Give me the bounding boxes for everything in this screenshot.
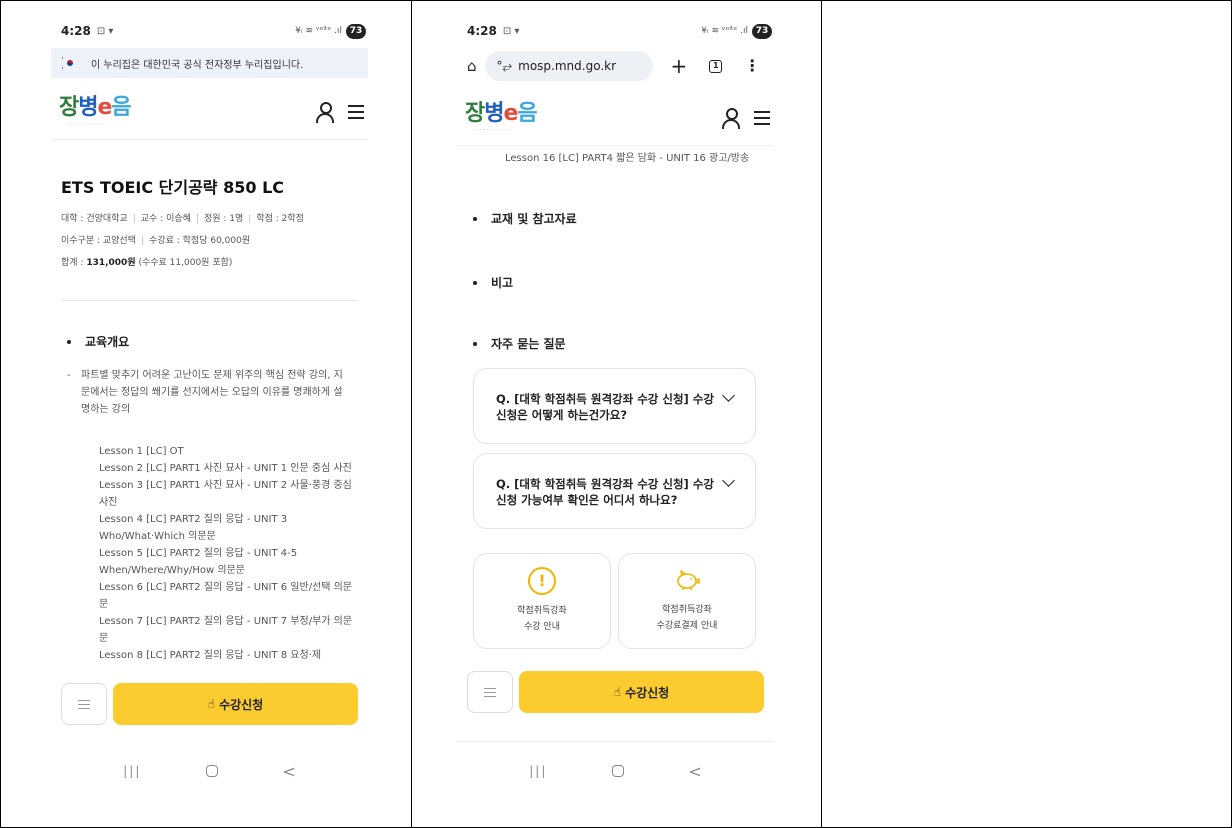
bottom-action-bar: ☝ 수강신청 (457, 664, 774, 720)
battery-icon: 73 (346, 23, 366, 39)
notification-icons: ⊡ ▾ (96, 25, 114, 37)
lesson-item: Lesson 7 [LC] PART2 질의 응답 - UNIT 7 부정/부가… (99, 616, 353, 644)
hamburger-menu-icon[interactable] (754, 110, 770, 125)
lesson-item-16: Lesson 16 [LC] PART4 짧은 담화 - UNIT 16 광고/… (505, 153, 750, 164)
site-header: 장병e음 · · · · · · · · · · · (457, 90, 774, 146)
bottom-action-bar: ☝ 수강신청 (51, 676, 368, 732)
apply-button-label: 수강신청 (219, 697, 264, 712)
site-logo[interactable]: 장병e음 · · · · · · · · · · · (465, 101, 538, 133)
status-bar: 4:28 ⊡ ▾ ¥ᵢ ≋ ᵛᵒˡᵗᵉ .ıl 73 (51, 14, 368, 48)
course-meta-row-2: 이수구분 : 교양선택 | 수강료 : 학점당 60,000원 (61, 236, 251, 246)
bullet-icon (473, 341, 477, 346)
recents-icon[interactable]: ||| (529, 764, 547, 778)
section-divider (61, 300, 358, 301)
chevron-down-icon (722, 389, 735, 402)
logo-subtext: · · · · · · · · · · · (473, 127, 511, 132)
guide-card-payment[interactable]: 학점취득강좌 수강료결제 안내 (618, 553, 756, 649)
phone-screen-1: 4:28 ⊡ ▾ ¥ᵢ ≋ ᵛᵒˡᵗᵉ .ıl 73 이 누리집은 대한민국 공… (1, 0, 411, 828)
bullet-icon (67, 339, 71, 344)
lesson-item: Lesson 6 [LC] PART2 질의 응답 - UNIT 6 일반/선택… (99, 582, 353, 610)
list-button[interactable] (61, 683, 107, 725)
bullet-icon (473, 280, 477, 285)
course-title: ETS TOEIC 단기공략 850 LC (61, 178, 285, 197)
list-icon (78, 699, 90, 709)
new-tab-icon[interactable]: + (671, 56, 688, 76)
chevron-down-icon (722, 474, 735, 487)
home-button-icon[interactable] (205, 765, 218, 777)
guide-label-line1: 학점취득강좌 (662, 605, 712, 615)
overview-heading: 교육개요 (67, 333, 129, 350)
remarks-heading: 비고 (473, 274, 513, 291)
battery-icon: 73 (752, 23, 772, 39)
screen-content-2: 4:28 ⊡ ▾ ¥ᵢ ≋ ᵛᵒˡᵗᵉ .ıl 73 ⌂ °⥂ mosp.mnd… (457, 14, 774, 804)
logo-text: 장병e음 (59, 95, 132, 120)
lesson-item: Lesson 8 [LC] PART2 질의 응답 - UNIT 8 요청·제 (99, 650, 322, 661)
overview-description: - 파트별 맞추기 어려운 고난이도 문제 위주의 핵심 전략 강의, 지문에서는… (67, 370, 343, 415)
phone-screen-2: 4:28 ⊡ ▾ ¥ᵢ ≋ ᵛᵒˡᵗᵉ .ıl 73 ⌂ °⥂ mosp.mnd… (412, 0, 822, 828)
total-amount: 131,000원 (86, 258, 136, 268)
logo-subtext: · · · · · · · · · · · (67, 121, 105, 126)
notification-icons: ⊡ ▾ (502, 25, 520, 37)
korea-flag-icon (61, 54, 77, 74)
apply-button[interactable]: ☝ 수강신청 (519, 671, 764, 713)
course-meta-row-1: 대학 : 건양대학교 | 교수 : 이승혜 | 정원 : 1명 | 학점 : 2학점 (61, 214, 304, 224)
faq-item-1[interactable]: Q. [대학 학점취득 원격강좌 수강 신청] 수강신청은 어떻게 하는건가요? (473, 368, 756, 444)
bottom-divider (457, 741, 774, 742)
status-bar: 4:28 ⊡ ▾ ¥ᵢ ≋ ᵛᵒˡᵗᵉ .ıl 73 (457, 14, 774, 48)
list-icon (484, 687, 496, 697)
guide-card-enrollment[interactable]: ! 학점취득강좌 수강 안내 (473, 553, 611, 649)
status-time: 4:28 (467, 24, 497, 38)
piggy-bank-icon (677, 570, 700, 590)
screenshot-canvas: 4:28 ⊡ ▾ ¥ᵢ ≋ ᵛᵒˡᵗᵉ .ıl 73 이 누리집은 대한민국 공… (0, 0, 1232, 828)
site-settings-icon[interactable]: °⥂ (497, 59, 513, 74)
gov-banner: 이 누리집은 대한민국 공식 전자정부 누리집입니다. (51, 48, 368, 78)
site-logo[interactable]: 장병e음 · · · · · · · · · · · (59, 95, 132, 127)
android-nav-bar: ||| < (457, 746, 774, 796)
more-options-icon[interactable]: ⋮ (744, 58, 760, 74)
gov-banner-text: 이 누리집은 대한민국 공식 전자정부 누리집입니다. (91, 59, 304, 71)
lesson-item: Lesson 4 [LC] PART2 질의 응답 - UNIT 3 Who/W… (99, 514, 288, 542)
apply-button[interactable]: ☝ 수강신청 (113, 683, 358, 725)
tap-icon: ☝ (613, 685, 622, 699)
guide-label-line2: 수강 안내 (524, 622, 560, 632)
faq-item-2[interactable]: Q. [대학 학점취득 원격강좌 수강 신청] 수강신청 가능여부 확인은 어디… (473, 453, 756, 529)
status-time: 4:28 (61, 24, 91, 38)
faq-question: Q. [대학 학점취득 원격강좌 수강 신청] 수강신청은 어떻게 하는건가요? (496, 392, 714, 422)
url-field[interactable]: °⥂ mosp.mnd.go.kr (484, 51, 653, 81)
screen-content-1: 4:28 ⊡ ▾ ¥ᵢ ≋ ᵛᵒˡᵗᵉ .ıl 73 이 누리집은 대한민국 공… (51, 14, 368, 804)
faq-question: Q. [대학 학점취득 원격강좌 수강 신청] 수강신청 가능여부 확인은 어디… (496, 477, 714, 507)
signal-icons: ¥ᵢ ≋ ᵛᵒˡᵗᵉ .ıl (701, 26, 748, 36)
tab-switcher-icon[interactable]: 1 (709, 59, 723, 73)
lesson-item: Lesson 2 [LC] PART1 사진 묘사 - UNIT 1 인문 중심… (99, 463, 352, 474)
alert-icon: ! (528, 567, 556, 595)
recents-icon[interactable]: ||| (123, 764, 141, 778)
user-icon[interactable] (316, 101, 334, 123)
back-icon[interactable]: < (688, 762, 701, 781)
course-total: 합계 : 131,000원 (수수료 11,000원 포함) (61, 258, 233, 268)
lesson-list: Lesson 1 [LC] OT Lesson 2 [LC] PART1 사진 … (99, 443, 354, 664)
guide-label-line2: 수강료결제 안내 (656, 621, 718, 631)
site-header: 장병e음 · · · · · · · · · · · (51, 84, 368, 140)
lesson-item: Lesson 3 [LC] PART1 사진 묘사 - UNIT 2 사물·풍경… (99, 480, 352, 508)
home-button-icon[interactable] (611, 765, 624, 777)
faq-heading: 자주 묻는 질문 (473, 335, 566, 352)
bullet-icon (473, 216, 477, 221)
browser-url-bar: ⌂ °⥂ mosp.mnd.go.kr + 1 ⋮ (457, 48, 774, 84)
list-button[interactable] (467, 671, 513, 713)
logo-text: 장병e음 (465, 101, 538, 126)
back-icon[interactable]: < (282, 762, 295, 781)
browser-home-icon[interactable]: ⌂ (467, 57, 477, 75)
guide-label-line1: 학점취득강좌 (517, 606, 567, 616)
apply-button-label: 수강신청 (625, 685, 670, 700)
user-icon[interactable] (722, 107, 740, 129)
lesson-item: Lesson 5 [LC] PART2 질의 응답 - UNIT 4-5 Whe… (99, 548, 298, 576)
android-nav-bar: ||| < (51, 746, 368, 796)
textbook-heading: 교재 및 참고자료 (473, 210, 577, 227)
hamburger-menu-icon[interactable] (348, 104, 364, 119)
lesson-item: Lesson 1 [LC] OT (99, 446, 184, 457)
tap-icon: ☝ (207, 697, 216, 711)
signal-icons: ¥ᵢ ≋ ᵛᵒˡᵗᵉ .ıl (295, 26, 342, 36)
url-text: mosp.mnd.go.kr (518, 59, 617, 73)
